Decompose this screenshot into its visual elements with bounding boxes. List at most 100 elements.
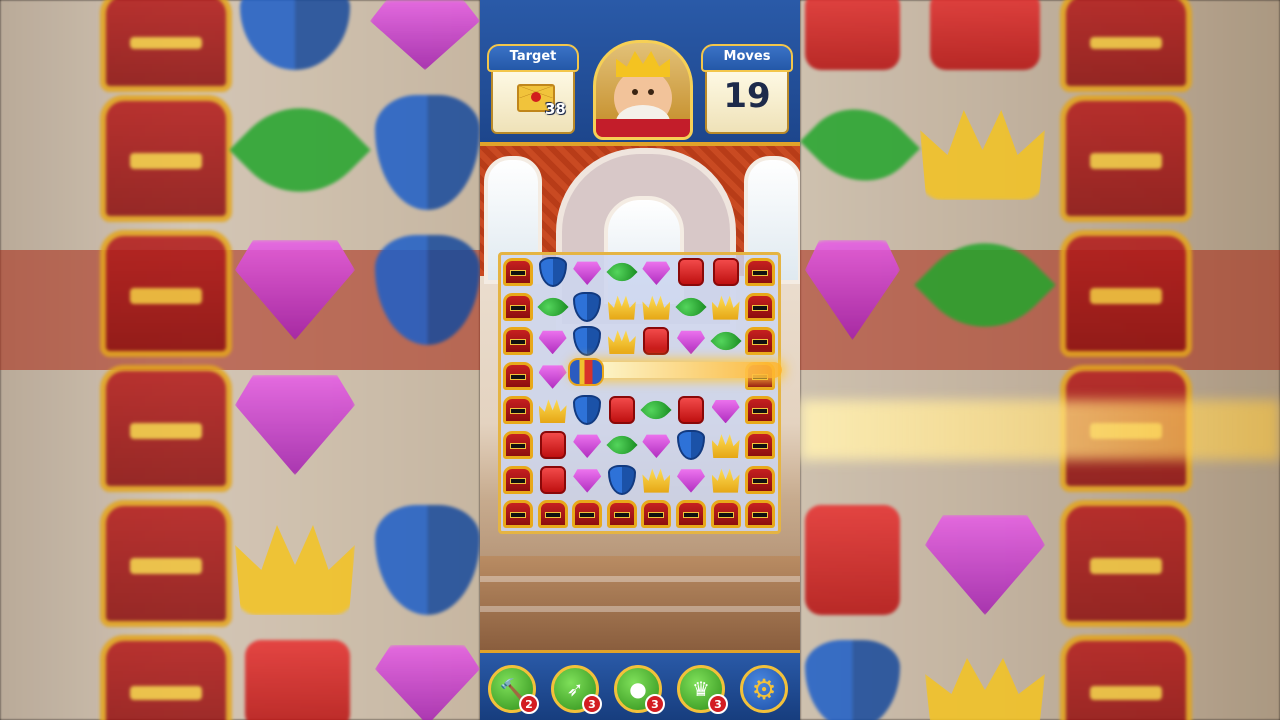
board-cell[interactable]	[570, 428, 604, 462]
board-cell[interactable]	[536, 290, 570, 324]
board-cell[interactable]	[536, 497, 570, 531]
floor-step	[480, 606, 800, 612]
chest-tile-icon	[745, 396, 776, 425]
target-count: 38	[545, 100, 566, 118]
board-cell[interactable]	[501, 290, 535, 324]
leaf-tile-icon	[675, 291, 707, 323]
arrow-booster[interactable]: ➶ 3	[551, 665, 602, 714]
chest-tile-icon	[745, 327, 776, 356]
background-chest-tile	[100, 500, 232, 627]
background-red-tile	[930, 0, 1040, 70]
king-robe	[596, 119, 690, 137]
board-cell[interactable]	[639, 393, 673, 427]
board-cell[interactable]	[501, 393, 535, 427]
game-board[interactable]	[498, 252, 781, 534]
settings-button[interactable]: ⚙	[740, 665, 788, 713]
board-cell[interactable]	[743, 393, 777, 427]
board-cell[interactable]	[674, 497, 708, 531]
red-tile-icon	[678, 258, 704, 286]
background-chest-tile	[1060, 635, 1192, 720]
board-cell[interactable]	[570, 463, 604, 497]
board-cell[interactable]	[639, 255, 673, 289]
board-cell[interactable]	[743, 428, 777, 462]
board-cell[interactable]	[570, 393, 604, 427]
board-cell[interactable]	[639, 324, 673, 358]
castle-scene	[480, 146, 800, 650]
board-cell[interactable]	[674, 324, 708, 358]
board-cell[interactable]	[605, 255, 639, 289]
board-cell[interactable]	[501, 324, 535, 358]
target-value-box: 38	[491, 64, 575, 134]
chest-tile-icon	[745, 292, 776, 321]
board-cell[interactable]	[674, 255, 708, 289]
background-red-tile	[805, 505, 900, 615]
board-cell[interactable]	[709, 428, 743, 462]
board-cell[interactable]	[709, 255, 743, 289]
background-chest-tile	[1060, 95, 1192, 222]
booster-bar: 🔨 2 ➶ 3 ● 3 ♛ 3 ⚙	[480, 650, 800, 720]
chest-tile-icon	[503, 361, 533, 390]
board-cell[interactable]	[709, 290, 743, 324]
chest-tile-icon	[745, 500, 776, 529]
gem-tile-icon	[642, 434, 671, 458]
floor-step	[480, 576, 800, 582]
hammer-booster[interactable]: 🔨 2	[488, 665, 539, 714]
board-cell[interactable]	[605, 497, 639, 531]
chest-tile-icon	[503, 500, 533, 529]
board-cell[interactable]	[536, 324, 570, 358]
board-cell[interactable]	[570, 255, 604, 289]
board-cell[interactable]	[501, 255, 535, 289]
booster-count-badge: 3	[582, 694, 602, 714]
board-cell[interactable]	[605, 463, 639, 497]
board-cell[interactable]	[639, 428, 673, 462]
board-cell[interactable]	[536, 393, 570, 427]
board-cell[interactable]	[501, 497, 535, 531]
shield-tile-icon	[607, 464, 636, 495]
crown-tile-icon	[711, 434, 740, 458]
cannon-booster[interactable]: ● 3	[614, 665, 665, 714]
board-cell[interactable]	[605, 324, 639, 358]
board-cell[interactable]	[709, 324, 743, 358]
board-cell[interactable]	[570, 497, 604, 531]
gem-tile-icon	[642, 261, 671, 285]
board-cell[interactable]	[639, 463, 673, 497]
board-cell[interactable]	[709, 393, 743, 427]
board-cell[interactable]	[743, 290, 777, 324]
board-cell[interactable]	[639, 290, 673, 324]
booster-count-badge: 2	[519, 694, 539, 714]
board-cell[interactable]	[501, 463, 535, 497]
red-tile-icon	[608, 396, 635, 425]
board-cell[interactable]	[674, 290, 708, 324]
board-cell[interactable]	[536, 463, 570, 497]
background-red-tile	[245, 640, 350, 720]
board-cell[interactable]	[709, 497, 743, 531]
board-cell[interactable]	[743, 463, 777, 497]
board-cell[interactable]	[743, 497, 777, 531]
shield-tile-icon	[573, 291, 602, 322]
board-cell[interactable]	[605, 428, 639, 462]
board-cell[interactable]	[536, 255, 570, 289]
gem-tile-icon	[538, 365, 567, 389]
board-cell[interactable]	[743, 324, 777, 358]
board-cell[interactable]	[674, 428, 708, 462]
jester-booster[interactable]: ♛ 3	[677, 665, 728, 714]
board-cell[interactable]	[501, 428, 535, 462]
board-cell[interactable]	[501, 359, 535, 393]
background-chest-tile	[100, 635, 232, 720]
board-cell[interactable]	[570, 324, 604, 358]
crown-tile-icon	[607, 295, 636, 320]
board-cell[interactable]	[639, 497, 673, 531]
board-cell[interactable]	[674, 463, 708, 497]
board-cell[interactable]	[536, 428, 570, 462]
shield-tile-icon	[573, 395, 602, 426]
board-cell[interactable]	[674, 393, 708, 427]
board-cell[interactable]	[605, 290, 639, 324]
board-cell[interactable]	[536, 359, 570, 393]
board-cell[interactable]	[743, 255, 777, 289]
chest-tile-icon	[503, 465, 533, 494]
board-cell[interactable]	[605, 393, 639, 427]
board-cell[interactable]	[570, 290, 604, 324]
board-cell[interactable]	[709, 463, 743, 497]
background-chest-tile	[1060, 0, 1192, 92]
chest-tile-icon	[745, 465, 776, 494]
